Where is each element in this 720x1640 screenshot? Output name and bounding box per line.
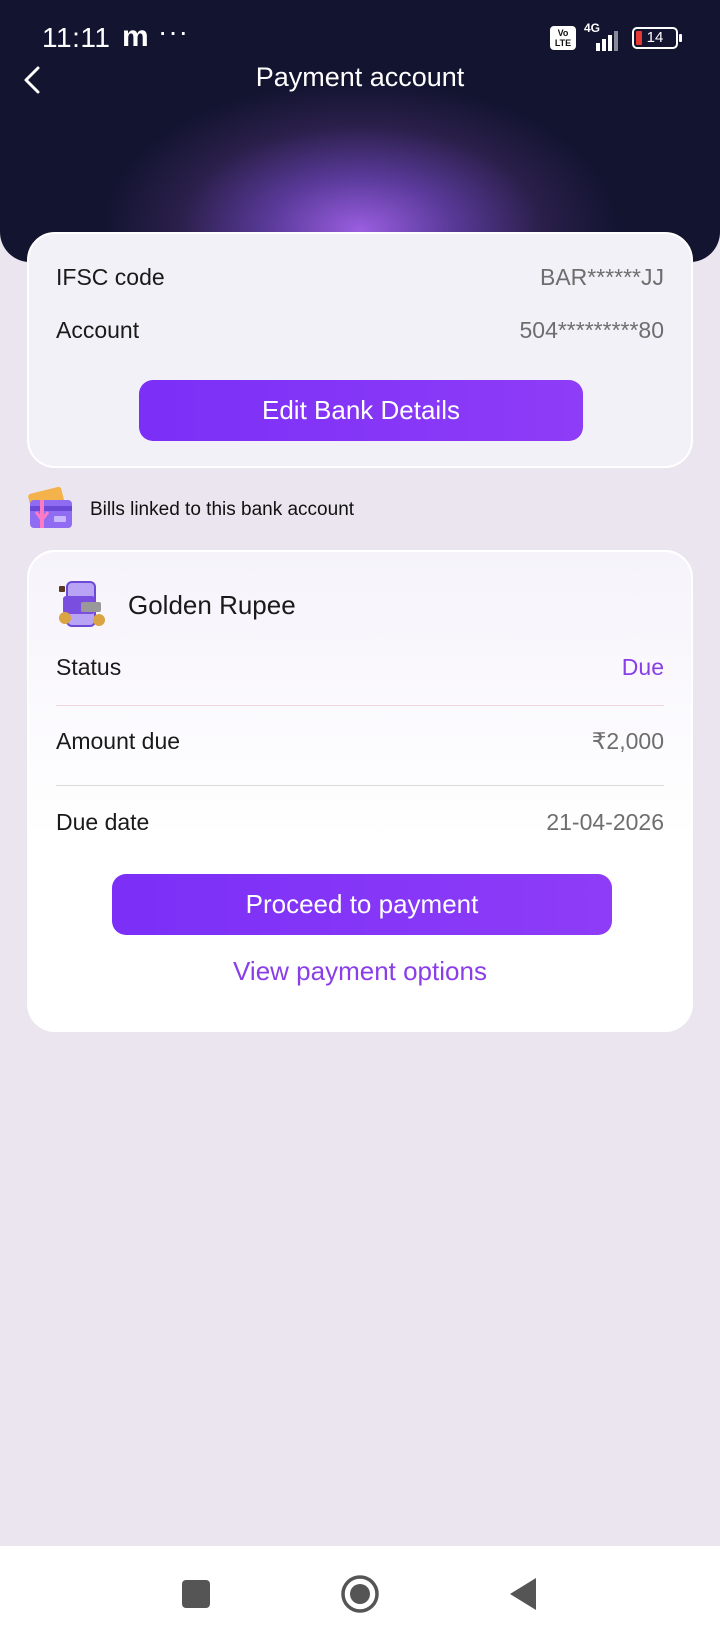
wallet-phone-icon [59,581,105,627]
amount-row: Amount due ₹2,000 [56,728,664,755]
system-nav-bar [0,1546,720,1640]
edit-bank-details-button[interactable]: Edit Bank Details [139,380,583,441]
due-date-label: Due date [56,809,150,835]
ifsc-row: IFSC code BAR******JJ [56,264,664,291]
proceed-to-payment-button[interactable]: Proceed to payment [112,874,612,935]
due-date-row: Due date 21-04-2026 [56,809,664,836]
bills-linked-heading: Bills linked to this bank account [26,486,354,534]
amount-value: ₹2,000 [591,728,664,754]
view-payment-options-link[interactable]: View payment options [29,956,691,987]
status-row: Status Due [56,654,664,681]
ifsc-label: IFSC code [56,264,165,290]
ifsc-value: BAR******JJ [540,264,664,290]
battery-icon: 14 [632,27,682,49]
amount-label: Amount due [56,728,181,754]
account-label: Account [56,317,140,343]
battery-level: 14 [646,29,664,46]
status-time: 11:11 [42,22,111,53]
bills-heading-text: Bills linked to this bank account [90,499,355,520]
due-date-value: 21-04-2026 [546,809,664,835]
signal-icon: 4G [584,21,624,51]
status-label: Status [56,654,122,680]
biller-name: Golden Rupee [128,590,296,620]
status-indicators: Vo LTE 4G 14 [550,21,682,52]
status-bar: 11:11 m ··· Vo LTE 4G 14 [0,0,720,70]
account-value: 504*********80 [519,317,664,343]
recent-apps-icon[interactable] [176,1574,216,1614]
volte-icon: Vo LTE [550,26,576,50]
status-badge: Due [621,654,664,680]
divider [56,785,664,786]
bill-card: Golden Rupee Status Due Amount due ₹2,00… [27,550,693,1032]
more-notifications-icon: ··· [158,16,189,47]
home-icon[interactable] [340,1574,380,1614]
back-icon[interactable] [504,1574,544,1614]
account-row: Account 504*********80 [56,317,664,344]
divider [56,705,664,706]
credit-cards-icon [28,486,72,528]
bank-details-card: IFSC code BAR******JJ Account 504*******… [27,232,693,468]
page-title: Payment account [255,62,465,92]
notification-app-icon: m [122,20,149,53]
